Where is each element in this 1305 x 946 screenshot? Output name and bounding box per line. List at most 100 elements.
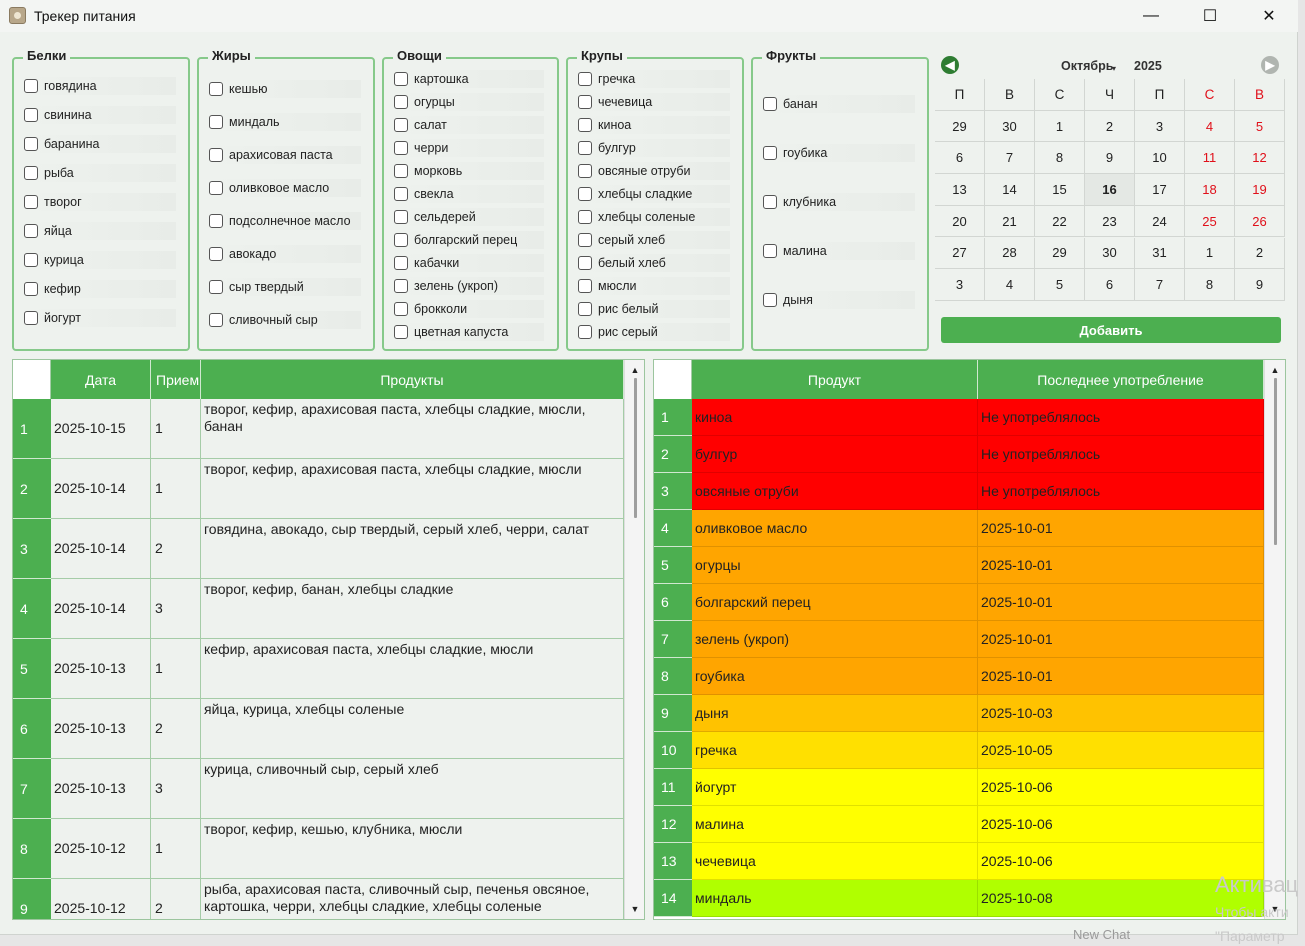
- calendar-day[interactable]: 30: [985, 110, 1035, 143]
- calendar-month-select[interactable]: Октябрь: [1061, 59, 1113, 73]
- calendar-year[interactable]: 2025: [1134, 59, 1162, 73]
- calendar-day[interactable]: 1: [1185, 237, 1235, 270]
- calendar-day[interactable]: 9: [1085, 142, 1135, 175]
- row-number[interactable]: 13: [654, 843, 692, 880]
- checkbox-item[interactable]: овсяные отруби: [578, 162, 730, 180]
- row-number[interactable]: 5: [13, 639, 51, 699]
- cell-product[interactable]: зелень (укроп): [692, 621, 978, 658]
- checkbox-item[interactable]: сельдерей: [394, 208, 544, 226]
- calendar-day[interactable]: 5: [1235, 110, 1285, 143]
- cell-products[interactable]: рыба, арахисовая паста, сливочный сыр, п…: [201, 879, 624, 919]
- calendar-day[interactable]: 28: [985, 237, 1035, 270]
- calendar-day[interactable]: 31: [1135, 237, 1185, 270]
- cell-date[interactable]: 2025-10-12: [51, 819, 151, 879]
- checkbox-input[interactable]: [394, 210, 408, 224]
- cell-product[interactable]: малина: [692, 806, 978, 843]
- checkbox-input[interactable]: [763, 195, 777, 209]
- calendar-day[interactable]: 23: [1085, 205, 1135, 238]
- checkbox-input[interactable]: [578, 95, 592, 109]
- checkbox-item[interactable]: кефир: [24, 280, 176, 298]
- cell-product[interactable]: гоубика: [692, 658, 978, 695]
- calendar-next-button[interactable]: ▶: [1261, 56, 1279, 74]
- row-number[interactable]: 3: [13, 519, 51, 579]
- checkbox-input[interactable]: [24, 282, 38, 296]
- cell-products[interactable]: творог, кефир, кешью, клубника, мюсли: [201, 819, 624, 879]
- calendar-day[interactable]: 29: [935, 110, 985, 143]
- checkbox-item[interactable]: брокколи: [394, 300, 544, 318]
- cell-meal[interactable]: 1: [151, 819, 201, 879]
- checkbox-item[interactable]: рис серый: [578, 323, 730, 341]
- checkbox-item[interactable]: хлебцы соленые: [578, 208, 730, 226]
- cell-last-eaten[interactable]: Не употреблялось: [978, 473, 1264, 510]
- cell-products[interactable]: творог, кефир, арахисовая паста, хлебцы …: [201, 399, 624, 459]
- cell-date[interactable]: 2025-10-13: [51, 699, 151, 759]
- cell-product[interactable]: чечевица: [692, 843, 978, 880]
- row-number[interactable]: 6: [654, 584, 692, 621]
- cell-meal[interactable]: 3: [151, 759, 201, 819]
- checkbox-item[interactable]: хлебцы сладкие: [578, 185, 730, 203]
- calendar-day[interactable]: 24: [1135, 205, 1185, 238]
- checkbox-input[interactable]: [394, 95, 408, 109]
- column-header-products[interactable]: Продукты: [201, 360, 624, 399]
- checkbox-item[interactable]: подсолнечное масло: [209, 212, 361, 230]
- checkbox-input[interactable]: [394, 302, 408, 316]
- cell-meal[interactable]: 2: [151, 699, 201, 759]
- checkbox-input[interactable]: [209, 247, 223, 261]
- checkbox-input[interactable]: [394, 187, 408, 201]
- row-number[interactable]: 3: [654, 473, 692, 510]
- checkbox-input[interactable]: [209, 115, 223, 129]
- checkbox-item[interactable]: цветная капуста: [394, 323, 544, 341]
- checkbox-item[interactable]: сливочный сыр: [209, 311, 361, 329]
- cell-last-eaten[interactable]: Не употреблялось: [978, 436, 1264, 473]
- calendar-day[interactable]: 4: [985, 269, 1035, 301]
- row-number[interactable]: 8: [13, 819, 51, 879]
- checkbox-input[interactable]: [578, 187, 592, 201]
- cell-product[interactable]: овсяные отруби: [692, 473, 978, 510]
- cell-product[interactable]: болгарский перец: [692, 584, 978, 621]
- checkbox-item[interactable]: говядина: [24, 77, 176, 95]
- add-button[interactable]: Добавить: [941, 317, 1281, 343]
- cell-last-eaten[interactable]: 2025-10-01: [978, 658, 1264, 695]
- cell-last-eaten[interactable]: 2025-10-01: [978, 547, 1264, 584]
- row-number[interactable]: 9: [13, 879, 51, 919]
- checkbox-item[interactable]: баранина: [24, 135, 176, 153]
- calendar-day[interactable]: 11: [1185, 142, 1235, 175]
- checkbox-input[interactable]: [578, 210, 592, 224]
- checkbox-item[interactable]: огурцы: [394, 93, 544, 111]
- cell-product[interactable]: дыня: [692, 695, 978, 732]
- checkbox-input[interactable]: [24, 224, 38, 238]
- checkbox-input[interactable]: [394, 118, 408, 132]
- cell-product[interactable]: оливковое масло: [692, 510, 978, 547]
- calendar-day[interactable]: 7: [1135, 269, 1185, 301]
- checkbox-item[interactable]: рис белый: [578, 300, 730, 318]
- checkbox-item[interactable]: мюсли: [578, 277, 730, 295]
- checkbox-input[interactable]: [209, 214, 223, 228]
- checkbox-input[interactable]: [578, 279, 592, 293]
- checkbox-input[interactable]: [24, 137, 38, 151]
- cell-product[interactable]: йогурт: [692, 769, 978, 806]
- calendar-day[interactable]: 4: [1185, 110, 1235, 143]
- row-number[interactable]: 8: [654, 658, 692, 695]
- row-number[interactable]: 9: [654, 695, 692, 732]
- cell-meal[interactable]: 2: [151, 879, 201, 919]
- calendar-day[interactable]: 25: [1185, 205, 1235, 238]
- cell-meal[interactable]: 2: [151, 519, 201, 579]
- cell-last-eaten[interactable]: 2025-10-01: [978, 510, 1264, 547]
- cell-date[interactable]: 2025-10-13: [51, 639, 151, 699]
- cell-meal[interactable]: 3: [151, 579, 201, 639]
- cell-product[interactable]: гречка: [692, 732, 978, 769]
- calendar-day[interactable]: 5: [1035, 269, 1085, 301]
- checkbox-input[interactable]: [394, 141, 408, 155]
- calendar-day[interactable]: 29: [1035, 237, 1085, 270]
- row-number[interactable]: 10: [654, 732, 692, 769]
- checkbox-item[interactable]: йогурт: [24, 309, 176, 327]
- row-number[interactable]: 1: [654, 399, 692, 436]
- cell-date[interactable]: 2025-10-13: [51, 759, 151, 819]
- checkbox-item[interactable]: серый хлеб: [578, 231, 730, 249]
- checkbox-input[interactable]: [578, 302, 592, 316]
- minimize-button[interactable]: —: [1122, 0, 1180, 32]
- checkbox-item[interactable]: арахисовая паста: [209, 146, 361, 164]
- cell-last-eaten[interactable]: 2025-10-01: [978, 584, 1264, 621]
- cell-products[interactable]: говядина, авокадо, сыр твердый, серый хл…: [201, 519, 624, 579]
- cell-meal[interactable]: 1: [151, 459, 201, 519]
